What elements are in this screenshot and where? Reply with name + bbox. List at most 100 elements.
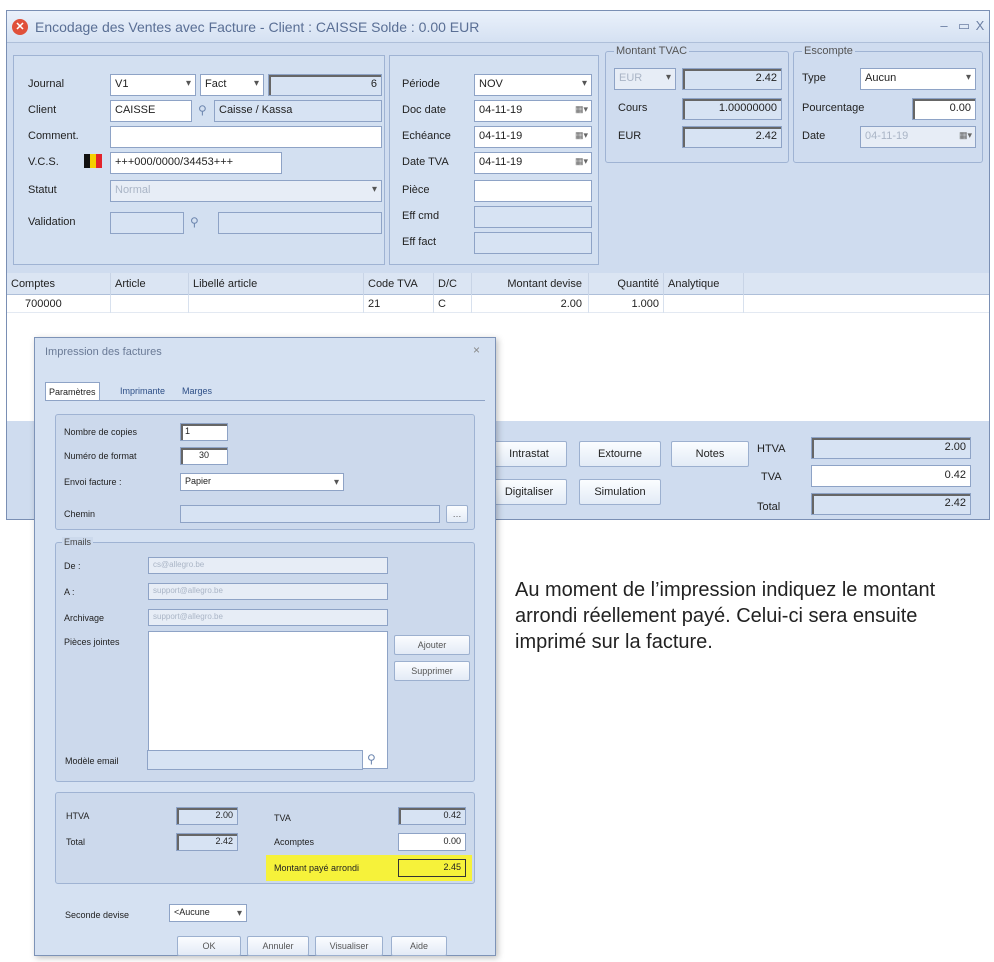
seconde-devise-label: Seconde devise (65, 910, 130, 920)
validation-name-field (218, 212, 382, 234)
search-icon[interactable]: ⚲ (198, 103, 207, 117)
currency-select[interactable]: EUR (614, 68, 676, 90)
comment-field[interactable] (110, 126, 382, 148)
chemin-label: Chemin (64, 509, 96, 519)
chemin-field[interactable] (180, 505, 440, 523)
copies-label: Nombre de copies (64, 427, 138, 437)
echeance-field[interactable]: 04-11-19 ▦▾ (474, 126, 592, 148)
column-header[interactable]: Montant devise (472, 273, 589, 295)
table-cell[interactable]: C (434, 295, 472, 313)
column-header[interactable]: D/C (434, 273, 472, 295)
app-logo-icon: ✕ (12, 19, 28, 35)
column-header[interactable]: Quantité (589, 273, 664, 295)
intrastat-button[interactable]: Intrastat (491, 441, 567, 467)
eur-amount-field: 2.42 (682, 126, 782, 148)
modele-email-label: Modèle email (65, 756, 119, 766)
eff-fact-label: Eff fact (402, 236, 437, 248)
archivage-field[interactable]: support@allegro.be (148, 609, 388, 626)
dates-panel: Période NOV Doc date 04-11-19 ▦▾ Echéance… (389, 55, 599, 265)
validation-search-icon[interactable]: ⚲ (190, 215, 199, 229)
tab-divider (45, 400, 485, 401)
tva-total-field[interactable]: 0.42 (811, 465, 971, 487)
dialog-tva-label: TVA (274, 813, 291, 823)
browse-button[interactable]: … (446, 505, 468, 523)
date-tva-field[interactable]: 04-11-19 ▦▾ (474, 152, 592, 174)
escompte-pct-label: Pourcentage (802, 102, 865, 114)
client-code-field[interactable]: CAISSE (110, 100, 192, 122)
column-header[interactable]: Article (111, 273, 189, 295)
de-field[interactable]: cs@allegro.be (148, 557, 388, 574)
close-button[interactable]: X (969, 17, 991, 35)
pieces-jointes-label: Pièces jointes (64, 637, 120, 647)
emails-group: Emails De : cs@allegro.be A : support@al… (55, 537, 475, 782)
preview-button[interactable]: Visualiser (315, 936, 383, 956)
periode-select[interactable]: NOV (474, 74, 592, 96)
calendar-icon[interactable]: ▦▾ (568, 104, 588, 118)
ok-button[interactable]: OK (177, 936, 241, 956)
piece-field[interactable] (474, 180, 592, 202)
modele-email-field[interactable] (147, 750, 363, 770)
tab-marges[interactable]: Marges (179, 382, 215, 400)
simulation-button[interactable]: Simulation (579, 479, 661, 505)
dialog-total-field: 2.42 (176, 833, 238, 851)
status-select[interactable]: Normal (110, 180, 382, 202)
format-field[interactable]: 30 (180, 447, 228, 465)
journal-type-select[interactable]: Fact (200, 74, 264, 96)
escompte-pct-field[interactable]: 0.00 (912, 98, 976, 120)
journal-select[interactable]: V1 (110, 74, 196, 96)
periode-label: Période (402, 78, 440, 90)
table-cell[interactable] (664, 295, 744, 313)
table-cell[interactable] (189, 295, 364, 313)
status-label: Statut (28, 184, 57, 196)
vcs-label: V.C.S. (28, 156, 59, 168)
column-header[interactable]: Comptes (7, 273, 111, 295)
notes-button[interactable]: Notes (671, 441, 749, 467)
escompte-type-select[interactable]: Aucun (860, 68, 976, 90)
extourne-button[interactable]: Extourne (579, 441, 661, 467)
table-cell[interactable]: 1.000 (589, 295, 664, 313)
journal-number-field: 6 (268, 74, 382, 96)
column-header[interactable]: Analytique (664, 273, 744, 295)
arrondi-label: Montant payé arrondi (274, 863, 360, 873)
dialog-close-button[interactable]: × (473, 343, 480, 357)
column-header[interactable]: Code TVA (364, 273, 434, 295)
acomptes-field[interactable]: 0.00 (398, 833, 466, 851)
column-header[interactable]: Libellé article (189, 273, 364, 295)
escompte-date-field[interactable]: 04-11-19 ▦▾ (860, 126, 976, 148)
tab-imprimante[interactable]: Imprimante (117, 382, 168, 400)
a-field[interactable]: support@allegro.be (148, 583, 388, 600)
seconde-devise-select[interactable]: <Aucune (169, 904, 247, 922)
validation-field[interactable] (110, 212, 184, 234)
rounded-amount-field[interactable]: 2.45 (398, 859, 466, 877)
digitaliser-button[interactable]: Digitaliser (491, 479, 567, 505)
archivage-label: Archivage (64, 613, 105, 623)
calendar-icon[interactable]: ▦▾ (952, 130, 972, 144)
vcs-field[interactable]: +++000/0000/34453+++ (110, 152, 282, 174)
title-bar: ✕ Encodage des Ventes avec Facture - Cli… (7, 11, 989, 43)
minimize-button[interactable]: – (933, 17, 955, 35)
table-cell[interactable]: 2.00 (472, 295, 589, 313)
acomptes-label: Acomptes (274, 837, 315, 847)
date-tva-value: 04-11-19 (479, 156, 523, 168)
cancel-button[interactable]: Annuler (247, 936, 309, 956)
calendar-icon[interactable]: ▦▾ (568, 130, 588, 144)
calendar-icon[interactable]: ▦▾ (568, 156, 588, 170)
validation-label: Validation (28, 216, 76, 228)
envoi-select[interactable]: Papier (180, 473, 344, 491)
help-button[interactable]: Aide (391, 936, 447, 956)
copies-field[interactable]: 1 (180, 423, 228, 441)
dialog-total-label: Total (66, 837, 86, 847)
tab-parametres[interactable]: Paramètres (45, 382, 100, 400)
modele-search-icon[interactable]: ⚲ (367, 752, 376, 766)
attachments-list[interactable] (148, 631, 388, 769)
table-cell[interactable] (111, 295, 189, 313)
doc-date-field[interactable]: 04-11-19 ▦▾ (474, 100, 592, 122)
table-cell[interactable]: 21 (364, 295, 434, 313)
table-row[interactable]: 700000 21 C 2.00 1.000 (7, 295, 989, 313)
table-cell[interactable]: 700000 (7, 295, 111, 313)
escompte-date-value: 04-11-19 (865, 130, 909, 142)
remove-attachment-button[interactable]: Supprimer (394, 661, 470, 681)
add-attachment-button[interactable]: Ajouter (394, 635, 470, 655)
format-label: Numéro de format (64, 451, 137, 461)
escompte-type-label: Type (802, 72, 826, 84)
